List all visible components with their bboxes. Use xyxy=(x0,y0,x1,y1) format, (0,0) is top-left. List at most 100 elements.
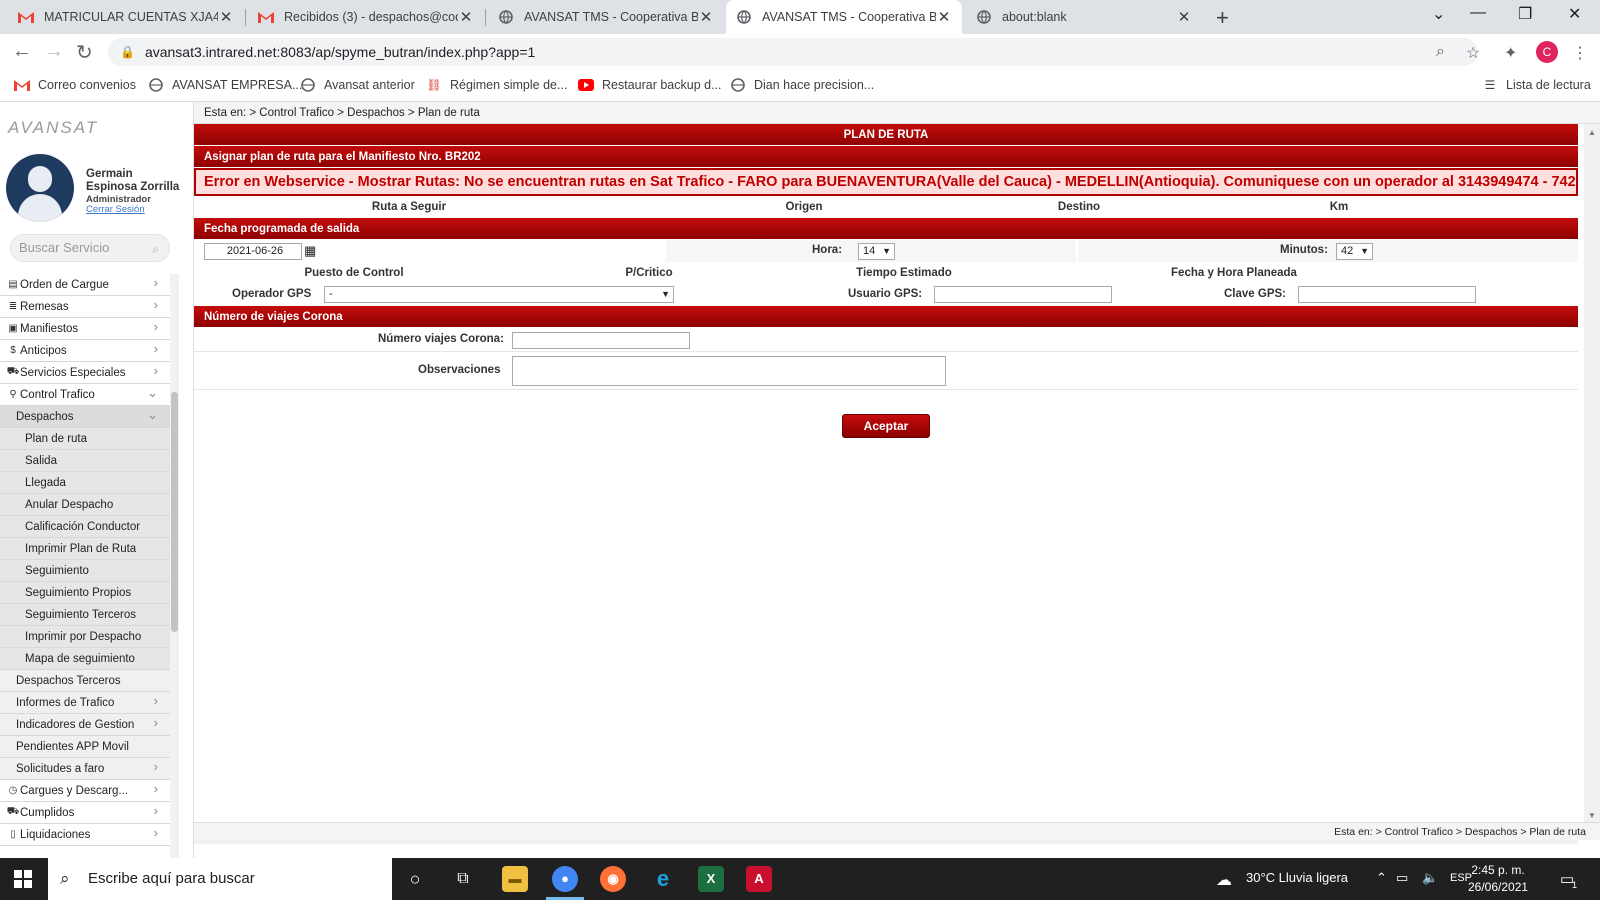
user-profile: Germain Espinosa Zorrilla Administrador … xyxy=(4,154,190,224)
sidebar-item-informes-de-trafico[interactable]: Informes de Trafico › xyxy=(0,692,170,714)
column-header: Ruta a Seguir xyxy=(371,201,447,213)
reload-icon[interactable]: ↻ xyxy=(76,40,93,65)
browser-tab-strip: MATRICULAR CUENTAS XJA439 S ✕ Recibidos … xyxy=(0,0,1600,34)
excel-icon[interactable]: X xyxy=(698,866,724,892)
bookmark-label: Dian hace precision... xyxy=(754,78,875,92)
minimize-button[interactable]: — xyxy=(1470,4,1486,22)
sidebar-item-seguimiento[interactable]: Seguimiento xyxy=(0,560,170,582)
gps-key-input[interactable] xyxy=(1298,286,1476,303)
scroll-down-icon[interactable]: ▼ xyxy=(1588,811,1596,820)
sidebar-item-imprimir-por-despacho[interactable]: Imprimir por Despacho xyxy=(0,626,170,648)
service-search-input[interactable]: Buscar Servicio ⌕ xyxy=(10,234,170,262)
logout-link[interactable]: Cerrar Sesión xyxy=(86,204,145,215)
vertical-scrollbar[interactable]: ▲ ▼ xyxy=(1584,124,1600,824)
tab-search-icon[interactable]: ⌄ xyxy=(1432,4,1445,24)
firefox-icon[interactable]: ◉ xyxy=(600,866,626,892)
sidebar-item-servicios-especiales[interactable]: ⛟ Servicios Especiales › xyxy=(0,362,170,384)
acrobat-icon[interactable]: A xyxy=(746,866,772,892)
sidebar-scrollbar[interactable] xyxy=(170,274,179,858)
weather-cloud-icon[interactable]: ☁ xyxy=(1216,870,1232,890)
close-icon[interactable]: ✕ xyxy=(218,8,234,26)
sidebar-item-mapa-de-seguimiento[interactable]: Mapa de seguimiento xyxy=(0,648,170,670)
sidebar-item-solicitudes-a-faro[interactable]: Solicitudes a faro › xyxy=(0,758,170,780)
extensions-icon[interactable]: ✦ xyxy=(1504,43,1517,63)
calendar-icon[interactable]: ▦ xyxy=(304,243,316,259)
browser-tab[interactable]: AVANSAT TMS - Cooperativa Bug ✕ xyxy=(488,0,724,34)
lock-icon[interactable]: 🔒 xyxy=(120,45,135,59)
back-arrow-icon[interactable]: ← xyxy=(12,40,32,63)
new-tab-button[interactable]: + xyxy=(1216,5,1229,31)
observations-textarea[interactable] xyxy=(512,356,946,386)
address-bar[interactable]: 🔒 avansat3.intrared.net:8083/ap/spyme_bu… xyxy=(108,38,1478,66)
sidebar-item-cargues-y-descargues[interactable]: ◷ Cargues y Descarg... › xyxy=(0,780,170,802)
bookmark[interactable]: Dian hace precision... xyxy=(730,77,874,93)
windows-start-icon[interactable] xyxy=(14,870,32,888)
accept-button[interactable]: Aceptar xyxy=(842,414,930,438)
sidebar-item-despachos[interactable]: Despachos ⌄ xyxy=(0,406,170,428)
window-close-button[interactable]: ✕ xyxy=(1568,4,1581,24)
bookmark[interactable]: ⛓ Régimen simple de... xyxy=(426,77,567,93)
sidebar-item-imprimir-plan-de-ruta[interactable]: Imprimir Plan de Ruta xyxy=(0,538,170,560)
sidebar-item-control-trafico[interactable]: ⚲ Control Trafico ⌄ xyxy=(0,384,170,406)
sidebar-item-plan-de-ruta[interactable]: Plan de ruta xyxy=(0,428,170,450)
sidebar-item-indicadores-de-gestion[interactable]: Indicadores de Gestion › xyxy=(0,714,170,736)
browser-tab[interactable]: about:blank ✕ xyxy=(966,0,1202,34)
corona-trips-input[interactable] xyxy=(512,332,690,349)
chrome-icon[interactable]: ● xyxy=(552,866,578,892)
search-icon[interactable]: ⌕ xyxy=(152,236,159,262)
close-icon[interactable]: ✕ xyxy=(936,8,952,26)
browser-tab[interactable]: MATRICULAR CUENTAS XJA439 S ✕ xyxy=(8,0,244,34)
menu-label: Imprimir por Despacho xyxy=(25,630,142,643)
restore-button[interactable]: ❐ xyxy=(1518,4,1532,24)
globe-icon xyxy=(976,9,992,25)
clock[interactable]: 2:45 p. m. 26/06/2021 xyxy=(1468,862,1528,896)
sidebar-item-calificacion-conductor[interactable]: Calificación Conductor xyxy=(0,516,170,538)
task-view-icon[interactable]: ⧉ xyxy=(450,866,476,892)
close-icon[interactable]: ✕ xyxy=(1176,8,1192,26)
reading-list[interactable]: ☰ Lista de lectura xyxy=(1482,77,1591,93)
zoom-icon[interactable]: ⌕ xyxy=(1436,43,1445,61)
taskbar-search-input[interactable]: ⌕ Escribe aquí para buscar xyxy=(48,858,392,900)
close-icon[interactable]: ✕ xyxy=(458,8,474,26)
corona-label: Número viajes Corona: xyxy=(378,333,504,345)
internet-explorer-icon[interactable]: e xyxy=(650,866,676,892)
close-icon[interactable]: ✕ xyxy=(698,8,714,26)
profile-avatar[interactable]: C xyxy=(1536,41,1558,63)
file-explorer-icon[interactable]: ▬ xyxy=(502,866,528,892)
departure-date-field[interactable]: 2021-06-26 xyxy=(204,243,302,260)
sidebar-item-remesas[interactable]: ≣ Remesas › xyxy=(0,296,170,318)
chevron-up-icon[interactable]: ⌃ xyxy=(1376,870,1387,886)
sidebar-item-despachos-terceros[interactable]: Despachos Terceros xyxy=(0,670,170,692)
network-icon[interactable]: ▭ xyxy=(1396,870,1408,886)
scroll-up-icon[interactable]: ▲ xyxy=(1588,128,1596,137)
sidebar-item-orden-de-cargue[interactable]: ▤ Orden de Cargue › xyxy=(0,274,170,296)
forward-arrow-icon[interactable]: → xyxy=(44,40,64,63)
bookmark-star-icon[interactable]: ☆ xyxy=(1466,43,1480,63)
sidebar-item-seguimiento-propios[interactable]: Seguimiento Propios xyxy=(0,582,170,604)
sidebar-item-manifiestos[interactable]: ▣ Manifiestos › xyxy=(0,318,170,340)
sidebar-item-anular-despacho[interactable]: Anular Despacho xyxy=(0,494,170,516)
cortana-icon[interactable]: ○ xyxy=(402,866,428,892)
bookmark[interactable]: Restaurar backup d... xyxy=(578,77,722,93)
bookmark[interactable]: Avansat anterior xyxy=(300,77,415,93)
sidebar-item-pendientes-app-movil[interactable]: Pendientes APP Movil xyxy=(0,736,170,758)
search-icon: ⌕ xyxy=(60,869,70,888)
bookmark[interactable]: AVANSAT EMPRESA... xyxy=(148,77,302,93)
sidebar-item-llegada[interactable]: Llegada xyxy=(0,472,170,494)
weather-text[interactable]: 30°C Lluvia ligera xyxy=(1246,870,1348,885)
gps-operator-select[interactable]: - ▼ xyxy=(324,286,674,303)
browser-tab[interactable]: Recibidos (3) - despachos@coob ✕ xyxy=(248,0,484,34)
sidebar-item-cumplidos[interactable]: ⛟ Cumplidos › xyxy=(0,802,170,824)
browser-tab-active[interactable]: AVANSAT TMS - Cooperativa Bug ✕ xyxy=(726,0,962,34)
sidebar-item-salida[interactable]: Salida xyxy=(0,450,170,472)
sidebar-item-seguimiento-terceros[interactable]: Seguimiento Terceros xyxy=(0,604,170,626)
sidebar-item-anticipos[interactable]: $ Anticipos › xyxy=(0,340,170,362)
menu-dots-icon[interactable]: ⋮ xyxy=(1572,43,1588,63)
menu-label: Liquidaciones xyxy=(20,828,91,841)
sidebar-item-liquidaciones[interactable]: ▯ Liquidaciones › xyxy=(0,824,170,846)
minutes-select[interactable]: 42 ▼ xyxy=(1336,243,1373,260)
gps-user-input[interactable] xyxy=(934,286,1112,303)
volume-icon[interactable]: 🔈 xyxy=(1422,870,1438,886)
hour-select[interactable]: 14 ▼ xyxy=(858,243,895,260)
bookmark[interactable]: Correo convenios xyxy=(14,77,136,93)
